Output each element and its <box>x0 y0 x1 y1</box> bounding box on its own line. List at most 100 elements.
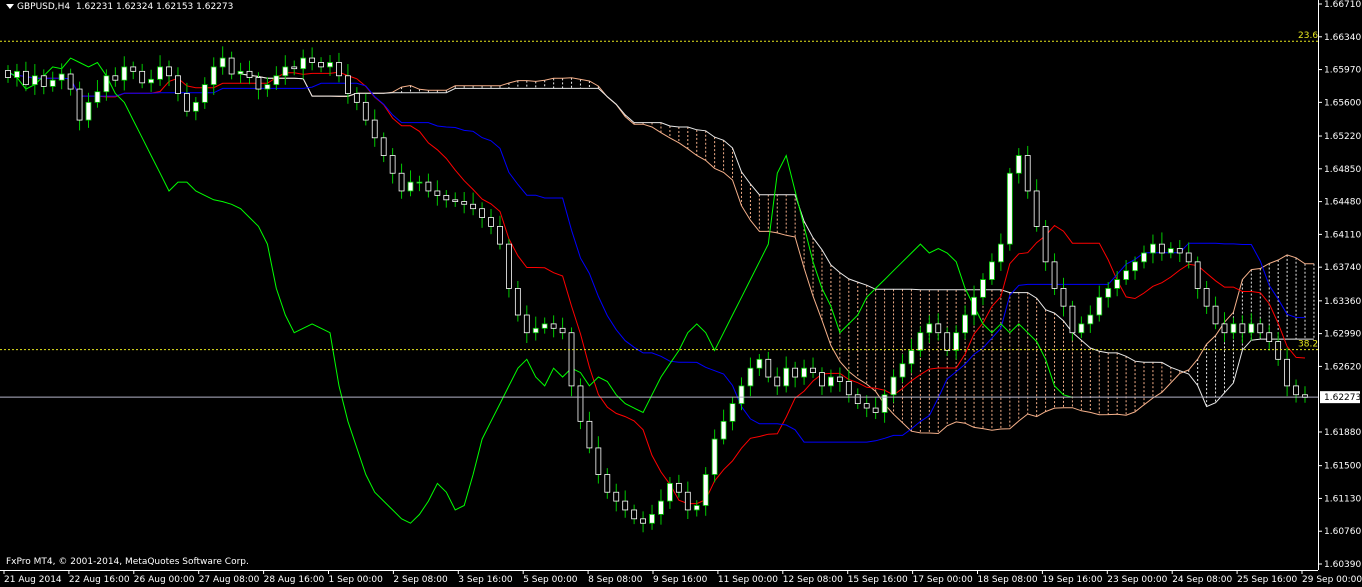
candle-body <box>1060 288 1067 307</box>
candle-body <box>917 332 924 351</box>
candle-body <box>76 88 83 121</box>
x-tick-label: 5 Sep 00:00 <box>523 575 578 585</box>
candle-body <box>1275 341 1282 360</box>
candle-body <box>166 66 172 77</box>
candle-body <box>291 66 298 70</box>
x-tick-label: 21 Aug 2014 <box>4 575 62 585</box>
x-tick-label: 25 Sep 16:00 <box>1237 575 1297 585</box>
candle-body <box>398 172 405 192</box>
candle-body <box>926 323 933 334</box>
ohlc-values: 1.62231 1.62324 1.62153 1.62273 <box>75 2 234 12</box>
candle-body <box>684 491 691 511</box>
candle-body <box>1194 261 1201 289</box>
candle-body <box>327 62 333 68</box>
candle-body <box>1042 226 1049 263</box>
copyright-text: FxPro MT4, © 2001-2014, MetaQuotes Softw… <box>6 557 249 567</box>
candle-body <box>1221 323 1228 334</box>
candle-body <box>192 101 199 112</box>
candle-body <box>631 509 638 520</box>
candle <box>568 327 575 397</box>
candle-body <box>1087 314 1094 325</box>
candle-body <box>863 403 870 409</box>
y-tick-label: 1.62620 <box>1324 362 1361 372</box>
candle-body <box>845 381 852 396</box>
candle-body <box>604 474 611 493</box>
symbol-label: GBPUSD,H4 <box>17 2 71 12</box>
candle-body <box>112 75 119 81</box>
candle-body <box>425 181 432 192</box>
candle-body <box>506 243 512 289</box>
candle-body <box>407 181 414 192</box>
candle-body <box>5 70 11 78</box>
candle-body <box>1096 296 1103 316</box>
y-tick-label: 1.63360 <box>1324 297 1361 307</box>
candle-body <box>94 91 101 103</box>
y-tick-label: 1.65970 <box>1324 66 1361 76</box>
candle-body <box>443 194 450 201</box>
candle-body <box>282 66 289 77</box>
candle-body <box>237 70 244 75</box>
candle-body <box>389 155 396 174</box>
y-tick-label: 1.63740 <box>1324 263 1361 273</box>
x-tick-label: 29 Sep 00:00 <box>1302 575 1362 585</box>
candle-body <box>693 505 700 511</box>
y-tick-label: 1.60390 <box>1324 560 1361 570</box>
y-tick-label: 1.61500 <box>1324 462 1361 472</box>
candle-body <box>962 314 968 334</box>
candle-body <box>210 66 217 86</box>
x-tick-label: 23 Sep 00:00 <box>1107 575 1167 585</box>
candle-body <box>85 101 92 121</box>
candle-body <box>523 314 530 334</box>
candle-body <box>58 73 65 81</box>
candle-body <box>139 70 146 84</box>
x-tick-label: 28 Aug 16:00 <box>264 575 325 585</box>
candle-body <box>1203 288 1210 307</box>
x-tick-label: 2 Sep 08:00 <box>393 575 448 585</box>
dropdown-triangle-icon[interactable] <box>6 4 14 9</box>
candle-body <box>371 119 378 139</box>
candle-body <box>550 323 557 329</box>
candle-body <box>1132 261 1138 272</box>
x-tick-label: 22 Aug 16:00 <box>69 575 130 585</box>
candle-body <box>148 78 155 84</box>
x-tick-label: 18 Sep 08:00 <box>978 575 1038 585</box>
candle-body <box>1257 323 1264 334</box>
x-tick-label: 1 Sep 00:00 <box>329 575 384 585</box>
candle-body <box>353 93 360 103</box>
x-tick-label: 19 Sep 16:00 <box>1042 575 1102 585</box>
y-tick-label: 1.61880 <box>1324 428 1361 438</box>
candle-body <box>819 372 825 387</box>
y-tick-label: 1.64480 <box>1324 198 1361 208</box>
x-tick-label: 12 Sep 08:00 <box>783 575 843 585</box>
candle-body <box>586 420 593 449</box>
candle-body <box>649 513 655 524</box>
candle-body <box>595 447 602 475</box>
candle-body <box>49 79 56 87</box>
candle-body <box>416 181 423 184</box>
candle-body <box>559 327 566 334</box>
candle-body <box>640 518 646 524</box>
price-chart[interactable]: 23.6 38.2 1.66710 1.66340 1.65970 1.65600 1.6… <box>0 0 1362 587</box>
candle-body <box>318 62 324 68</box>
x-tick-label: 9 Sep 16:00 <box>653 575 708 585</box>
candle-body <box>183 93 190 112</box>
candle-body <box>1185 252 1192 263</box>
candle-body <box>362 101 369 121</box>
candle-body <box>219 57 226 68</box>
x-tick-label: 11 Sep 00:00 <box>718 575 778 585</box>
candle-body <box>1015 155 1022 174</box>
candle-body <box>1114 279 1121 289</box>
candle <box>1006 167 1013 251</box>
y-tick-label: 1.64850 <box>1324 165 1361 175</box>
candle-body <box>201 84 208 103</box>
x-tick-label: 8 Sep 08:00 <box>588 575 643 585</box>
candle-body <box>1069 305 1076 334</box>
y-tick-label: 1.64110 <box>1324 230 1361 240</box>
candle-body <box>488 217 494 227</box>
candle-body <box>989 261 995 280</box>
y-tick-label: 1.65600 <box>1324 98 1361 108</box>
candle-body <box>309 57 316 63</box>
candle-body <box>756 358 763 369</box>
candle-body <box>1266 332 1273 342</box>
candle-body <box>738 385 745 405</box>
